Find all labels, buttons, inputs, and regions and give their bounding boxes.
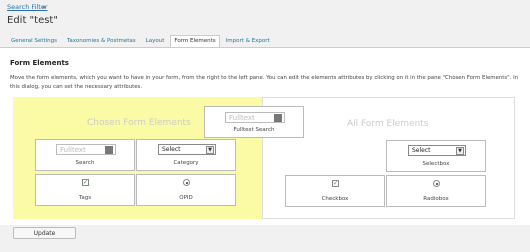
all-pane-heading: All Form Elements	[347, 119, 429, 129]
radiobox-label: Radiobox	[423, 196, 449, 202]
chosen-form-elements-pane[interactable]: Chosen Form Elements Fulltext Fulltext S…	[13, 97, 304, 219]
fulltext-search-label: Fulltext Search	[233, 127, 275, 133]
selectbox-label: Selectbox	[422, 161, 450, 167]
update-button[interactable]: Update	[13, 227, 76, 239]
page-title: Edit "test"	[7, 15, 58, 26]
search-label: Search	[75, 160, 95, 166]
category-select[interactable]: Select ▼	[158, 144, 216, 155]
checkbox-icon[interactable]: ✓	[332, 180, 339, 187]
form-elements-panel: Form Elements Move the form elements, wh…	[0, 47, 530, 225]
radio-icon[interactable]	[183, 179, 190, 186]
checkbox-element[interactable]: ✓ Checkbox	[285, 175, 385, 207]
selectbox-element[interactable]: Select ▼ Selectbox	[386, 140, 486, 172]
category-element[interactable]: Select ▼ Category	[136, 139, 236, 171]
radio-icon[interactable]	[433, 180, 440, 187]
tab-bar: General Settings Taxonomies & Postmetas …	[7, 35, 274, 48]
tags-label: Tags	[78, 195, 92, 201]
fulltext-search-element[interactable]: Fulltext Fulltext Search	[204, 106, 304, 138]
tab-general-settings[interactable]: General Settings	[7, 35, 61, 47]
chevron-down-icon: ▼	[206, 146, 214, 154]
tab-import-export[interactable]: Import & Export	[222, 35, 274, 47]
radiobox-element[interactable]: Radiobox	[386, 175, 486, 207]
breadcrumb-separator: »	[42, 3, 46, 11]
selectbox-select[interactable]: Select ▼	[408, 145, 466, 156]
section-title: Form Elements	[10, 59, 69, 67]
opid-element[interactable]: OPID	[136, 174, 236, 206]
checkbox-icon[interactable]: ✓	[82, 179, 89, 186]
input-handle-icon	[274, 114, 282, 122]
chevron-down-icon: ▼	[456, 147, 464, 155]
opid-label: OPID	[179, 195, 193, 201]
tab-layout[interactable]: Layout	[142, 35, 169, 47]
input-handle-icon	[105, 146, 113, 154]
chosen-pane-heading: Chosen Form Elements	[87, 118, 191, 128]
tags-element[interactable]: ✓ Tags	[35, 174, 135, 206]
fulltext-search-input[interactable]: Fulltext	[225, 112, 285, 123]
tab-taxonomies-postmetas[interactable]: Taxonomies & Postmetas	[63, 35, 140, 47]
category-label: Category	[173, 160, 199, 166]
section-description: Move the form elements, which you want t…	[10, 75, 519, 90]
search-element[interactable]: Fulltext Search	[35, 139, 135, 171]
search-input[interactable]: Fulltext	[56, 144, 116, 155]
checkbox-label: Checkbox	[321, 196, 349, 202]
